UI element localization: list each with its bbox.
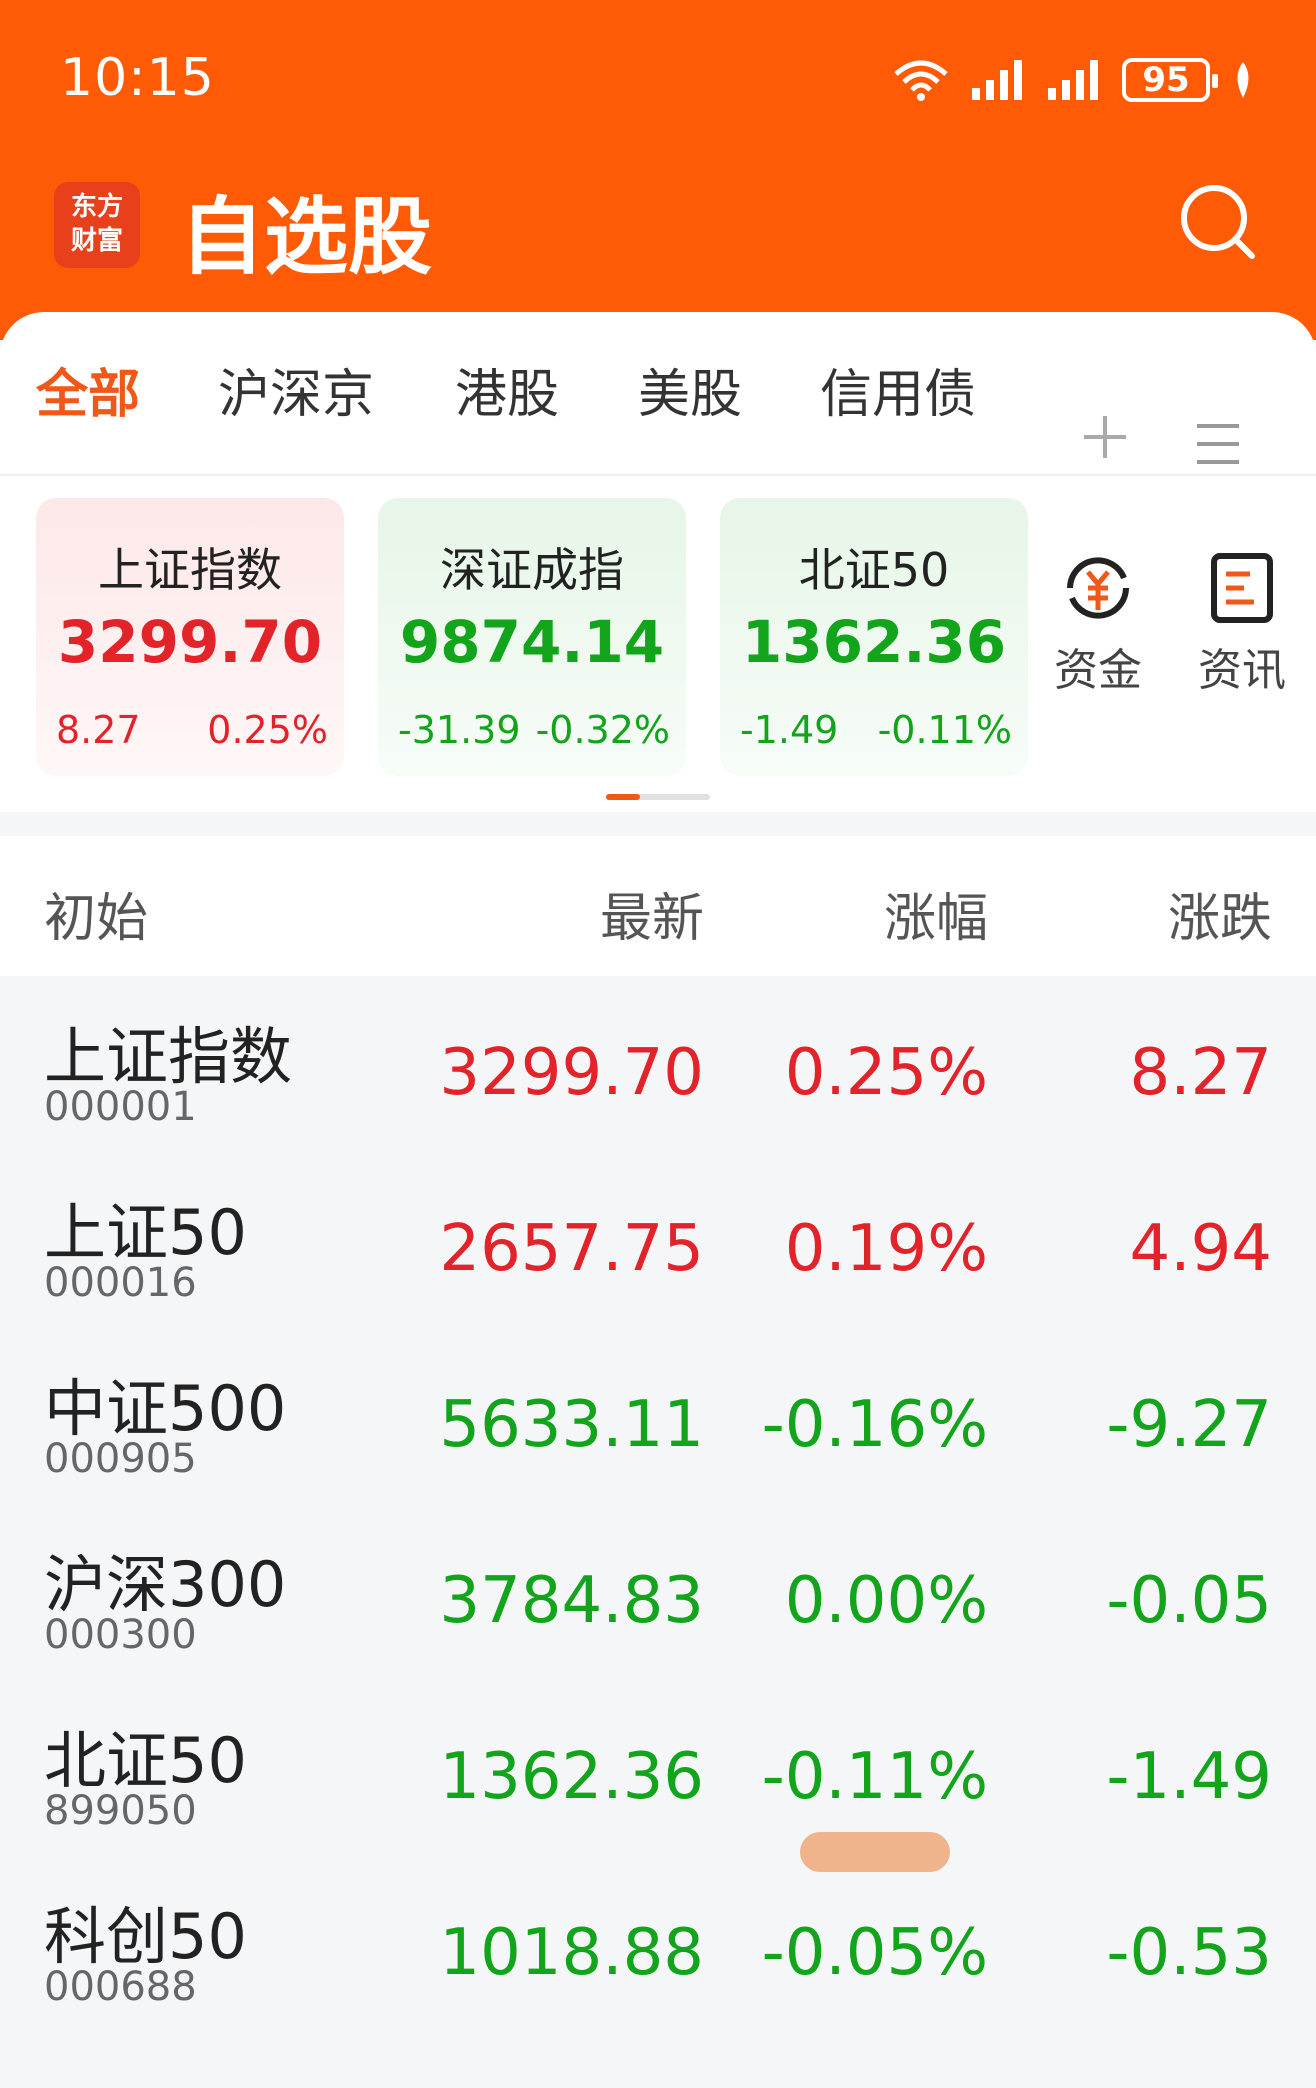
stock-name: 北证50 <box>44 1724 247 1797</box>
carousel-pager-active <box>606 794 640 800</box>
stock-change: 8.27 <box>1129 1036 1273 1110</box>
list-item[interactable]: 北证50 899050 1362.36 -0.11% -1.49 <box>0 1680 1316 1856</box>
stock-name: 上证指数 <box>44 1020 293 1093</box>
index-card-value: 9874.14 <box>399 608 665 676</box>
stock-latest: 5633.11 <box>439 1388 704 1462</box>
market-tabs: 全部 沪深京 港股 美股 信用债 <box>0 352 1316 514</box>
index-card-pct: 0.25% <box>207 708 328 752</box>
list-item[interactable]: 中证500 000905 5633.11 -0.16% -9.27 <box>0 1328 1316 1504</box>
charging-leaf-icon <box>1237 62 1249 98</box>
column-change[interactable]: 涨跌 <box>1168 876 1272 951</box>
top-banner: 10:15 95 东方 财富 自选股 <box>0 0 1316 340</box>
stock-latest: 1018.88 <box>439 1916 704 1990</box>
menu-icon[interactable] <box>1195 422 1241 466</box>
yuan-flow-icon <box>1067 557 1129 619</box>
index-card-value: 3299.70 <box>57 608 323 676</box>
search-icon[interactable] <box>1178 182 1258 262</box>
app-header: 东方 财富 自选股 <box>0 160 1316 290</box>
index-card-change: 8.27 <box>56 708 141 752</box>
tab-hk-stocks[interactable]: 港股 <box>455 352 559 427</box>
quick-link-label: 资金 <box>1054 645 1142 696</box>
stock-pct: -0.11% <box>761 1740 988 1814</box>
list-item[interactable]: 科创50 000688 1018.88 -0.05% -0.53 <box>0 1856 1316 2032</box>
quick-link-funds[interactable]: 资金 <box>1038 552 1158 698</box>
page-title: 自选股 <box>180 188 433 286</box>
stock-latest: 3784.83 <box>439 1564 704 1638</box>
add-tab-icon[interactable] <box>1080 412 1130 462</box>
stock-code: 000016 <box>44 1260 197 1306</box>
list-item[interactable]: 上证指数 000001 3299.70 0.25% 8.27 <box>0 976 1316 1152</box>
stock-pct: -0.16% <box>761 1388 988 1462</box>
wifi-icon <box>894 60 948 101</box>
signal-icon-2 <box>1048 60 1098 100</box>
tab-all[interactable]: 全部 <box>36 352 140 427</box>
watchlist-header: 初始 最新 涨幅 涨跌 <box>0 836 1316 976</box>
stock-change: -0.05 <box>1106 1564 1272 1638</box>
index-card-value: 1362.36 <box>741 608 1007 676</box>
status-time: 10:15 <box>60 48 215 108</box>
index-card-change: -31.39 <box>398 708 521 752</box>
logo-text-line1: 东方 <box>70 192 123 222</box>
status-bar: 10:15 95 <box>0 0 1316 160</box>
tab-us-stocks[interactable]: 美股 <box>638 352 742 427</box>
index-card-name: 深证成指 <box>440 543 624 597</box>
stock-latest: 2657.75 <box>439 1212 704 1286</box>
stock-name: 上证50 <box>44 1196 247 1269</box>
column-change-pct[interactable]: 涨幅 <box>884 876 988 951</box>
stock-name: 中证500 <box>44 1372 287 1445</box>
stock-code: 000001 <box>44 1084 197 1130</box>
tab-credit-bonds[interactable]: 信用债 <box>820 352 976 427</box>
index-card-shanghai[interactable]: 上证指数 3299.70 8.27 0.25% <box>36 498 344 776</box>
list-item[interactable]: 上证50 000016 2657.75 0.19% 4.94 <box>0 1152 1316 1328</box>
index-card-pct: -0.11% <box>877 708 1012 752</box>
stock-change: -9.27 <box>1106 1388 1272 1462</box>
quick-link-label: 资讯 <box>1198 645 1286 696</box>
stock-code: 899050 <box>44 1788 197 1834</box>
column-latest[interactable]: 最新 <box>600 876 704 951</box>
index-card-name: 北证50 <box>798 543 950 597</box>
main-panel: 全部 沪深京 港股 美股 信用债 上证指数 3299.70 8.27 0.25%… <box>0 312 1316 812</box>
tab-shanghai-shenzhen-beijing[interactable]: 沪深京 <box>218 352 374 427</box>
index-card-name: 上证指数 <box>98 543 282 597</box>
status-icons: 95 <box>892 55 1256 105</box>
news-icon <box>1211 553 1273 623</box>
index-card-beijing[interactable]: 北证50 1362.36 -1.49 -0.11% <box>720 498 1028 776</box>
stock-change: -0.53 <box>1106 1916 1272 1990</box>
stock-latest: 1362.36 <box>439 1740 704 1814</box>
index-card-change: -1.49 <box>740 708 839 752</box>
stock-pct: 0.25% <box>784 1036 988 1110</box>
signal-icon <box>972 60 1022 100</box>
stock-name: 科创50 <box>44 1900 247 1973</box>
tab-divider <box>0 474 1316 476</box>
stock-change: -1.49 <box>1106 1740 1272 1814</box>
annotation-highlight-mark <box>800 1832 950 1872</box>
carousel-pager <box>606 794 710 800</box>
stock-latest: 3299.70 <box>439 1036 704 1110</box>
stock-change: 4.94 <box>1129 1212 1273 1286</box>
list-item[interactable]: 沪深300 000300 3784.83 0.00% -0.05 <box>0 1504 1316 1680</box>
stock-code: 000688 <box>44 1964 197 2010</box>
stock-pct: -0.05% <box>761 1916 988 1990</box>
sort-by-default[interactable]: 初始 <box>44 876 148 951</box>
index-card-shenzhen[interactable]: 深证成指 9874.14 -31.39 -0.32% <box>378 498 686 776</box>
battery-indicator: 95 <box>1122 58 1218 102</box>
stock-pct: 0.19% <box>784 1212 988 1286</box>
logo-text-line2: 财富 <box>70 226 123 256</box>
stock-pct: 0.00% <box>784 1564 988 1638</box>
app-logo: 东方 财富 <box>54 182 140 268</box>
stock-code: 000300 <box>44 1612 197 1658</box>
stock-name: 沪深300 <box>44 1548 287 1621</box>
quick-link-news[interactable]: 资讯 <box>1182 552 1302 698</box>
index-card-pct: -0.32% <box>535 708 670 752</box>
stock-code: 000905 <box>44 1436 197 1482</box>
